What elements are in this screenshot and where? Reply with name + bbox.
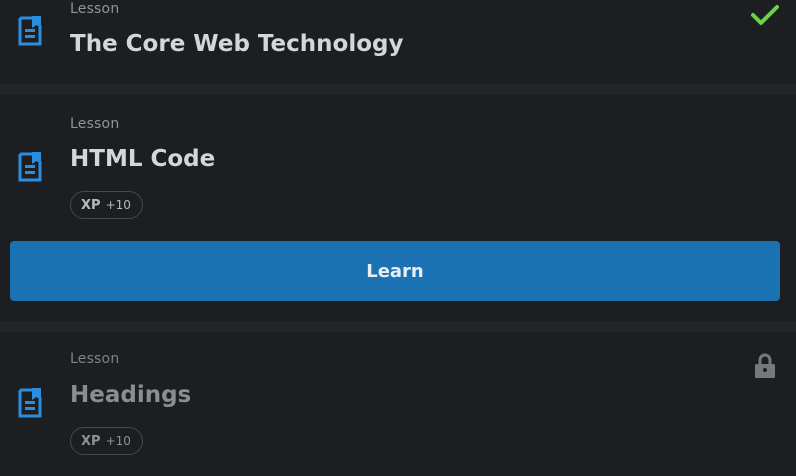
lesson-document-icon	[18, 388, 42, 418]
lesson-title: Headings	[70, 382, 192, 408]
lesson-card-locked[interactable]: Lesson Headings XP +10	[0, 332, 796, 476]
check-icon	[751, 5, 779, 25]
lesson-card-current[interactable]: Lesson HTML Code XP +10 Learn	[0, 95, 796, 321]
lesson-document-icon	[18, 16, 42, 46]
xp-value: +10	[105, 434, 131, 448]
lesson-title: The Core Web Technology	[70, 31, 404, 57]
lesson-title: HTML Code	[70, 146, 216, 172]
lesson-list: Lesson The Core Web Technology Lesson HT…	[0, 0, 796, 476]
xp-value: +10	[105, 198, 131, 212]
lesson-type-label: Lesson	[70, 1, 120, 17]
lesson-card-completed[interactable]: Lesson The Core Web Technology	[0, 0, 796, 84]
lesson-type-label: Lesson	[70, 116, 120, 132]
xp-label: XP	[81, 433, 101, 449]
learn-button[interactable]: Learn	[10, 241, 780, 301]
xp-label: XP	[81, 197, 101, 213]
lesson-type-label: Lesson	[70, 351, 120, 367]
lock-icon	[755, 353, 775, 378]
lesson-document-icon	[18, 152, 42, 182]
xp-badge: XP +10	[70, 191, 143, 219]
xp-badge: XP +10	[70, 427, 143, 455]
